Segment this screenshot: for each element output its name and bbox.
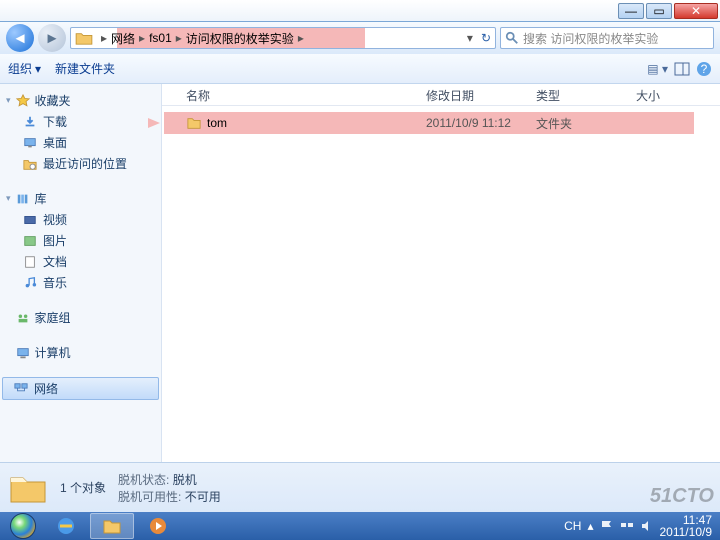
- nav-recent[interactable]: 最近访问的位置: [0, 153, 161, 174]
- file-date: 2011/10/9 11:12: [426, 116, 536, 130]
- file-name: tom: [207, 116, 227, 130]
- nav-favorites[interactable]: ▾收藏夹: [0, 90, 161, 111]
- search-input[interactable]: 搜索 访问权限的枚举实验: [500, 27, 714, 49]
- folder-icon: [75, 31, 93, 45]
- start-button[interactable]: [4, 512, 42, 540]
- nav-libraries[interactable]: ▾库: [0, 188, 161, 209]
- chevron-down-icon[interactable]: ▾: [467, 31, 473, 45]
- homegroup-icon: [15, 311, 31, 325]
- desktop-icon: [22, 136, 38, 150]
- new-folder-button[interactable]: 新建文件夹: [55, 60, 115, 77]
- toolbar: 组织▾ 新建文件夹 ▤ ▾ ?: [0, 54, 720, 84]
- folder-icon: [102, 517, 122, 535]
- windows-logo-icon: [10, 513, 36, 539]
- file-row[interactable]: tom 2011/10/9 11:12 文件夹: [162, 112, 720, 134]
- computer-icon: [15, 346, 31, 360]
- nav-music[interactable]: 音乐: [0, 272, 161, 293]
- star-icon: [15, 94, 31, 108]
- breadcrumb-item[interactable]: 网络: [111, 30, 135, 47]
- media-icon: [148, 516, 168, 536]
- ie-icon: [56, 516, 76, 536]
- download-icon: [22, 115, 38, 129]
- status-bar: 1 个对象 脱机状态: 脱机 脱机可用性: 不可用: [0, 462, 720, 512]
- chevron-right-icon: ▸: [294, 31, 308, 45]
- maximize-button[interactable]: ▭: [646, 3, 672, 19]
- nav-documents[interactable]: 文档: [0, 251, 161, 272]
- nav-pictures[interactable]: 图片: [0, 230, 161, 251]
- nav-bar: ◄ ► ▸ 网络 ▸ fs01 ▸ 访问权限的枚举实验 ▸ ▾ ↻ 搜索 访问权…: [0, 22, 720, 54]
- nav-videos[interactable]: 视频: [0, 209, 161, 230]
- ime-indicator[interactable]: CH: [564, 519, 581, 533]
- network-tray-icon[interactable]: [620, 519, 634, 533]
- nav-desktop[interactable]: 桌面: [0, 132, 161, 153]
- col-name[interactable]: 名称: [186, 84, 426, 105]
- navigation-pane: ▾收藏夹 下载 桌面 最近访问的位置 ▾库 视频 图片 文档 音乐 ▾家庭组 ▾…: [0, 84, 162, 462]
- clock[interactable]: 11:47 2011/10/9: [660, 514, 713, 538]
- video-icon: [22, 213, 38, 227]
- minimize-button[interactable]: —: [618, 3, 644, 19]
- organize-menu[interactable]: 组织▾: [8, 60, 41, 77]
- search-placeholder: 搜索 访问权限的枚举实验: [523, 30, 658, 47]
- col-date[interactable]: 修改日期: [426, 84, 536, 105]
- chevron-right-icon: ▸: [135, 31, 149, 45]
- nav-homegroup[interactable]: ▾家庭组: [0, 307, 161, 328]
- taskbar-explorer[interactable]: [90, 513, 134, 539]
- file-list: 名称 修改日期 类型 大小 tom 2011/10/9 11:12 文件夹: [162, 84, 720, 462]
- view-options-button[interactable]: ▤ ▾: [647, 62, 668, 76]
- folder-icon: [8, 470, 48, 506]
- breadcrumb[interactable]: ▸ 网络 ▸ fs01 ▸ 访问权限的枚举实验 ▸ ▾ ↻: [70, 27, 496, 49]
- refresh-icon[interactable]: ↻: [481, 31, 491, 45]
- highlight-arrow: [148, 118, 160, 128]
- search-icon: [505, 31, 519, 45]
- system-tray: CH ▴ 11:47 2011/10/9: [564, 514, 716, 538]
- taskbar-ie[interactable]: [44, 513, 88, 539]
- network-icon: [13, 382, 29, 396]
- file-type: 文件夹: [536, 115, 636, 132]
- forward-button[interactable]: ►: [38, 24, 66, 52]
- window-titlebar: — ▭ ✕: [0, 0, 720, 22]
- status-count: 1 个对象: [60, 479, 106, 496]
- tray-arrow-icon[interactable]: ▴: [587, 519, 593, 533]
- watermark: 51CTO: [650, 485, 714, 508]
- main-area: ▾收藏夹 下载 桌面 最近访问的位置 ▾库 视频 图片 文档 音乐 ▾家庭组 ▾…: [0, 84, 720, 462]
- col-type[interactable]: 类型: [536, 84, 636, 105]
- help-button[interactable]: ?: [696, 61, 712, 77]
- preview-pane-button[interactable]: [674, 61, 690, 77]
- col-size[interactable]: 大小: [636, 84, 696, 105]
- picture-icon: [22, 234, 38, 248]
- volume-icon[interactable]: [640, 519, 654, 533]
- nav-downloads[interactable]: 下载: [0, 111, 161, 132]
- column-headers: 名称 修改日期 类型 大小: [162, 84, 720, 106]
- document-icon: [22, 255, 38, 269]
- chevron-down-icon: ▾: [6, 95, 11, 106]
- breadcrumb-item[interactable]: 访问权限的枚举实验: [186, 30, 294, 47]
- chevron-down-icon: ▾: [35, 62, 41, 76]
- back-button[interactable]: ◄: [6, 24, 34, 52]
- chevron-right-icon: ▸: [97, 31, 111, 45]
- nav-computer[interactable]: ▾计算机: [0, 342, 161, 363]
- folder-icon: [186, 116, 202, 130]
- close-button[interactable]: ✕: [674, 3, 718, 19]
- taskbar: CH ▴ 11:47 2011/10/9: [0, 512, 720, 540]
- recent-icon: [22, 157, 38, 171]
- svg-text:?: ?: [701, 62, 708, 76]
- breadcrumb-item[interactable]: fs01: [149, 31, 172, 45]
- music-icon: [22, 276, 38, 290]
- chevron-down-icon: ▾: [6, 193, 11, 204]
- taskbar-mediaplayer[interactable]: [136, 513, 180, 539]
- flag-icon[interactable]: [600, 519, 614, 533]
- library-icon: [15, 192, 31, 206]
- chevron-right-icon: ▸: [172, 31, 186, 45]
- nav-network[interactable]: 网络: [2, 377, 159, 400]
